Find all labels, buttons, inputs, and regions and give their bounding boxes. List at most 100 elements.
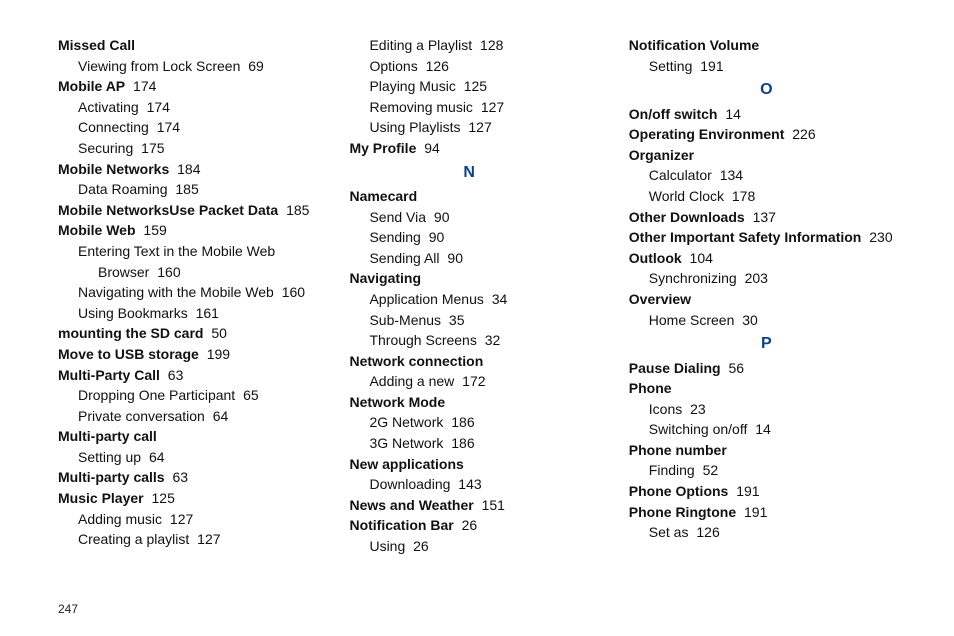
index-entry: Missed Call [58,36,309,56]
index-entry: Sending All 90 [349,249,588,269]
index-entry-page: 30 [738,312,757,328]
index-entry: Sending 90 [349,228,588,248]
index-entry: Application Menus 34 [349,290,588,310]
index-entry-page: 174 [153,119,180,135]
index-entry-page: 203 [741,270,768,286]
section-letter: N [349,162,588,184]
index-entry: Notification Bar 26 [349,516,588,536]
index-entry: Using 26 [349,537,588,557]
index-entry: Operating Environment 226 [629,125,904,145]
index-entry-text: Navigating with the Mobile Web [78,284,274,300]
index-entry-text: Calculator [649,167,712,183]
index-entry: Organizer [629,146,904,166]
index-entry: Activating 174 [58,98,309,118]
index-entry: On/off switch 14 [629,105,904,125]
index-col-3: Notification VolumeSetting 191OOn/off sw… [629,36,904,594]
index-entry-text: 3G Network [369,435,443,451]
index-entry-page: 23 [686,401,705,417]
index-entry-text: Sending [369,229,420,245]
index-entry: Setting up 64 [58,448,309,468]
index-entry-page: 32 [481,332,500,348]
index-entry-text: Setting [649,58,693,74]
index-entry: Pause Dialing 56 [629,359,904,379]
index-entry-text: Network connection [349,353,483,369]
index-entry-page: 34 [488,291,507,307]
index-entry: Removing music 127 [349,98,588,118]
index-entry: Multi-party call [58,427,309,447]
index-entry-text: Network Mode [349,394,445,410]
index-entry: Home Screen 30 [629,311,904,331]
index-entry-text: Icons [649,401,682,417]
index-entry: Private conversation 64 [58,407,309,427]
index-entry-page: 230 [865,229,892,245]
index-entry: Setting 191 [629,57,904,77]
index-entry: 2G Network 186 [349,413,588,433]
index-entry: Creating a playlist 127 [58,530,309,550]
index-entry: Phone Options 191 [629,482,904,502]
index-entry-text: Entering Text in the Mobile Web [78,243,275,259]
index-entry: Switching on/off 14 [629,420,904,440]
index-entry-page: 175 [137,140,164,156]
index-entry-page: 191 [740,504,767,520]
index-entry: 3G Network 186 [349,434,588,454]
index-entry: Network connection [349,352,588,372]
index-entry-text: Mobile Web [58,222,136,238]
index-entry-page: 50 [207,325,226,341]
section-letter: P [629,333,904,355]
index-entry-page: 128 [476,37,503,53]
index-entry: Using Playlists 127 [349,118,588,138]
index-entry-text: Editing a Playlist [369,37,472,53]
index-entry-text: Multi-party call [58,428,157,444]
index-entry-text: Adding music [78,511,162,527]
index-entry-text: 2G Network [369,414,443,430]
index-entry: Multi-party calls 63 [58,468,309,488]
index-entry: Finding 52 [629,461,904,481]
index-entry: Namecard [349,187,588,207]
index-entry-text: Using Playlists [369,119,460,135]
index-entry-page: 90 [444,250,463,266]
index-entry-page: 26 [409,538,428,554]
index-entry-text: Creating a playlist [78,531,189,547]
index-entry: Securing 175 [58,139,309,159]
index-entry: Adding music 127 [58,510,309,530]
index-entry: Adding a new 172 [349,372,588,392]
index-entry-page: 14 [721,106,740,122]
index-entry: Other Downloads 137 [629,208,904,228]
index-entry-page: 137 [749,209,776,225]
index-entry-text: Overview [629,291,691,307]
index-entry-text: On/off switch [629,106,718,122]
index-entry-text: Outlook [629,250,682,266]
index-entry-text: Phone Options [629,483,729,499]
index-entry-page: 186 [447,414,474,430]
index-entry-text: Finding [649,462,695,478]
index-entry-text: Using [369,538,405,554]
index-entry: Outlook 104 [629,249,904,269]
index-entry: Entering Text in the Mobile Web [58,242,309,262]
index-entry: Navigating [349,269,588,289]
index-entry-text: Private conversation [78,408,205,424]
index-entry-text: Data Roaming [78,181,168,197]
index-entry-page: 160 [278,284,305,300]
index-entry-page: 159 [140,222,167,238]
index-entry-page: 56 [725,360,744,376]
index-entry-text: Securing [78,140,133,156]
index-entry-text: Phone Ringtone [629,504,736,520]
index-entry-text: Mobile Networks [58,161,169,177]
index-entry-text: Sub-Menus [369,312,441,328]
index-entry: Connecting 174 [58,118,309,138]
index-entry-page: 126 [692,524,719,540]
index-entry-page: 226 [788,126,815,142]
index-entry-page: 69 [244,58,263,74]
index-entry: World Clock 178 [629,187,904,207]
index-entry: Mobile Web 159 [58,221,309,241]
index-entry-page: 184 [173,161,200,177]
index-entry-text: Missed Call [58,37,135,53]
index-entry-text: Namecard [349,188,417,204]
index-entry-text: My Profile [349,140,416,156]
index-entry-page: 174 [143,99,170,115]
index-entry: Playing Music 125 [349,77,588,97]
index-entry: Through Screens 32 [349,331,588,351]
index-entry: Navigating with the Mobile Web 160 [58,283,309,303]
index-entry-page: 127 [193,531,220,547]
index-entry: New applications [349,455,588,475]
